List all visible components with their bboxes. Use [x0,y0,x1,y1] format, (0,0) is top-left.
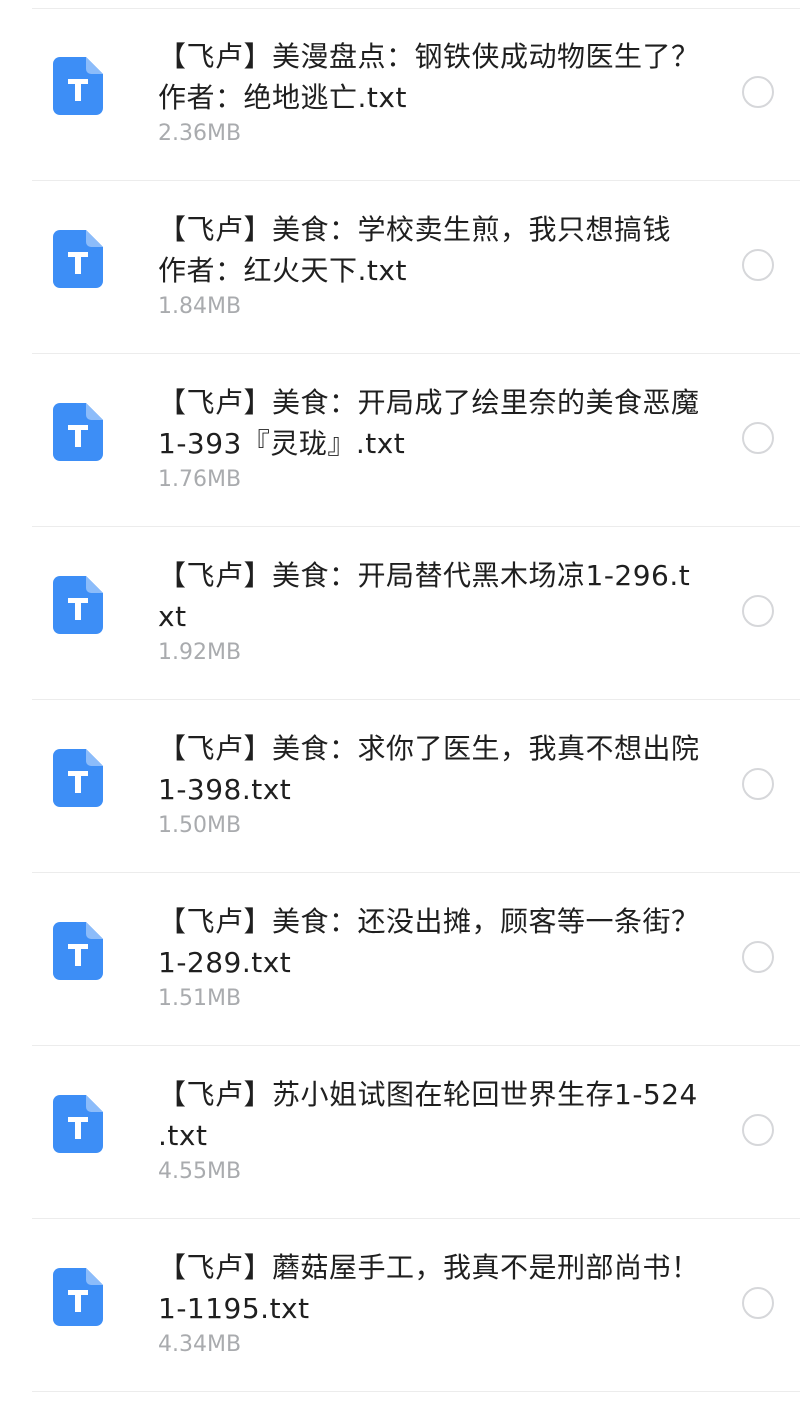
file-size: 1.50MB [158,813,242,838]
file-info: 【飞卢】美食：开局替代黑木场凉1-296.txt 1.92MB [158,555,703,668]
file-info: 【飞卢】蘑菇屋手工，我真不是刑部尚书！1-1195.txt 4.34MB [158,1247,703,1360]
file-row-7[interactable]: 【飞卢】苏小姐试图在轮回世界生存1-524 .txt 4.55MB [32,1046,800,1219]
file-info: 【飞卢】美漫盘点：钢铁侠成动物医生了？ 作者：绝地逃亡.txt 2.36MB [158,36,703,149]
file-size: 1.76MB [158,467,242,492]
file-info: 【飞卢】美食：学校卖生煎，我只想搞钱 作者：红火天下.txt 1.84MB [158,209,703,322]
file-size: 1.92MB [158,640,242,665]
txt-file-icon [53,749,103,807]
file-name[interactable]: 【飞卢】美食：开局替代黑木场凉1-296.txt [158,555,703,637]
file-name[interactable]: 【飞卢】美食：还没出摊，顾客等一条街？1-289.txt [158,901,703,983]
file-row-5[interactable]: 【飞卢】美食：求你了医生，我真不想出院1-398.txt 1.50MB [32,700,800,873]
file-info: 【飞卢】美食：还没出摊，顾客等一条街？1-289.txt 1.51MB [158,901,703,1014]
file-size: 2.36MB [158,121,242,146]
select-radio-button[interactable] [742,249,774,281]
txt-file-icon [53,57,103,115]
file-row-4[interactable]: 【飞卢】美食：开局替代黑木场凉1-296.txt 1.92MB [32,527,800,700]
select-radio-button[interactable] [742,1114,774,1146]
select-radio-button[interactable] [742,422,774,454]
txt-file-icon [53,922,103,980]
txt-file-icon [53,1268,103,1326]
file-info: 【飞卢】苏小姐试图在轮回世界生存1-524 .txt 4.55MB [158,1074,703,1187]
select-radio-button[interactable] [742,768,774,800]
file-row-1[interactable]: 【飞卢】美漫盘点：钢铁侠成动物医生了？ 作者：绝地逃亡.txt 2.36MB [32,8,800,181]
select-radio-button[interactable] [742,1287,774,1319]
file-size: 4.34MB [158,1332,242,1357]
file-name[interactable]: 【飞卢】苏小姐试图在轮回世界生存1-524 .txt [158,1074,703,1156]
select-radio-button[interactable] [742,76,774,108]
txt-file-icon [53,230,103,288]
file-row-2[interactable]: 【飞卢】美食：学校卖生煎，我只想搞钱 作者：红火天下.txt 1.84MB [32,181,800,354]
txt-file-icon [53,1095,103,1153]
file-row-3[interactable]: 【飞卢】美食：开局成了绘里奈的美食恶魔1-393『灵珑』.txt 1.76MB [32,354,800,527]
file-row-6[interactable]: 【飞卢】美食：还没出摊，顾客等一条街？1-289.txt 1.51MB [32,873,800,1046]
file-name[interactable]: 【飞卢】蘑菇屋手工，我真不是刑部尚书！1-1195.txt [158,1247,703,1329]
file-name[interactable]: 【飞卢】美食：求你了医生，我真不想出院1-398.txt [158,728,703,810]
file-size: 1.84MB [158,294,242,319]
select-radio-button[interactable] [742,595,774,627]
file-list: 【飞卢】美漫盘点：钢铁侠成动物医生了？ 作者：绝地逃亡.txt 2.36MB 【… [0,8,800,1392]
file-name[interactable]: 【飞卢】美食：开局成了绘里奈的美食恶魔1-393『灵珑』.txt [158,382,703,464]
file-info: 【飞卢】美食：开局成了绘里奈的美食恶魔1-393『灵珑』.txt 1.76MB [158,382,703,495]
file-size: 4.55MB [158,1159,242,1184]
file-name[interactable]: 【飞卢】美食：学校卖生煎，我只想搞钱 作者：红火天下.txt [158,209,703,291]
file-name[interactable]: 【飞卢】美漫盘点：钢铁侠成动物医生了？ 作者：绝地逃亡.txt [158,36,703,118]
select-radio-button[interactable] [742,941,774,973]
file-size: 1.51MB [158,986,242,1011]
txt-file-icon [53,403,103,461]
file-row-8[interactable]: 【飞卢】蘑菇屋手工，我真不是刑部尚书！1-1195.txt 4.34MB [32,1219,800,1392]
txt-file-icon [53,576,103,634]
file-info: 【飞卢】美食：求你了医生，我真不想出院1-398.txt 1.50MB [158,728,703,841]
